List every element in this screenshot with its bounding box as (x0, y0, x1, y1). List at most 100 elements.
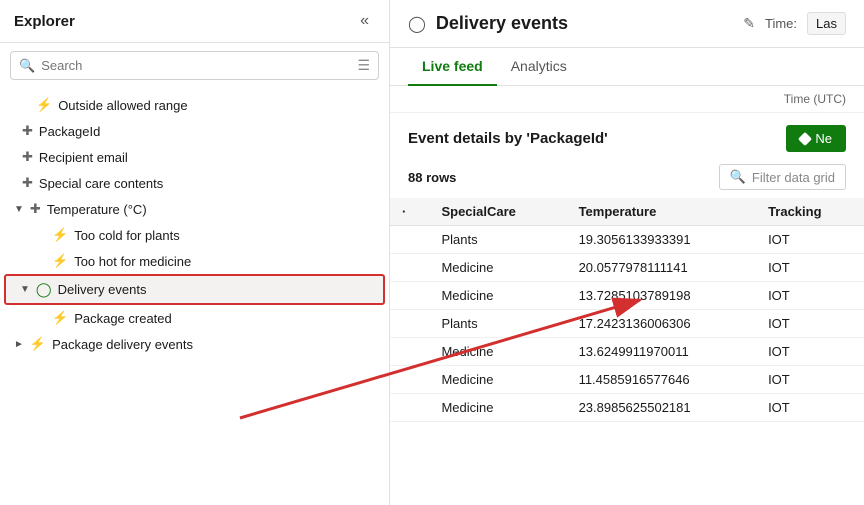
bolt-icon: ⚡ (36, 97, 52, 113)
table-row[interactable]: Medicine 23.8985625502181 IOT (390, 394, 864, 422)
cell-dot (390, 394, 429, 422)
sidebar-title: Explorer (14, 13, 75, 30)
cell-tracking: IOT (756, 254, 864, 282)
time-utc-header: Time (UTC) (390, 86, 864, 113)
cell-temperature: 17.2423136006306 (567, 310, 757, 338)
cell-temperature: 13.7285103789198 (567, 282, 757, 310)
results-table: · SpecialCare Temperature Tracking Plant… (390, 198, 864, 422)
sidebar-item-label: Special care contents (39, 176, 163, 191)
sidebar-item-package-delivery-events[interactable]: ► ⚡ Package delivery events (0, 331, 389, 357)
new-button[interactable]: Ne (786, 125, 846, 152)
cell-temperature: 13.6249911970011 (567, 338, 757, 366)
tag-icon: ✚ (22, 123, 33, 139)
events-header-icon: ◯ (408, 14, 426, 34)
sidebar-item-label: Package created (74, 311, 172, 326)
sidebar-item-recipient-email[interactable]: ✚ Recipient email (0, 144, 389, 170)
filter-icon[interactable]: ☰ (357, 57, 370, 74)
cell-specialcare: Plants (429, 310, 566, 338)
table-row[interactable]: Medicine 13.7285103789198 IOT (390, 282, 864, 310)
tab-live-feed[interactable]: Live feed (408, 48, 497, 86)
sidebar-item-too-cold[interactable]: ⚡ Too cold for plants (0, 222, 389, 248)
sidebar-collapse-button[interactable]: « (354, 10, 375, 32)
chevron-down-icon: ▼ (20, 284, 30, 295)
sidebar-item-too-hot[interactable]: ⚡ Too hot for medicine (0, 248, 389, 274)
tag-icon: ✚ (22, 149, 33, 165)
rows-count: 88 rows (408, 170, 456, 185)
chevron-right-icon: ► (14, 339, 24, 350)
cell-temperature: 11.4585916577646 (567, 366, 757, 394)
cell-tracking: IOT (756, 310, 864, 338)
cell-dot (390, 338, 429, 366)
cell-temperature: 19.3056133933391 (567, 226, 757, 254)
cell-dot (390, 226, 429, 254)
search-icon: 🔍 (19, 58, 35, 74)
cell-tracking: IOT (756, 282, 864, 310)
sidebar-item-label: Delivery events (58, 282, 147, 297)
filter-label: Filter data grid (752, 170, 835, 185)
sidebar-item-label: Outside allowed range (58, 98, 187, 113)
tag-icon: ✚ (30, 201, 41, 217)
sidebar-list: ⚡ Outside allowed range ✚ PackageId ✚ Re… (0, 88, 389, 505)
sidebar-item-label: Too hot for medicine (74, 254, 191, 269)
main-panel: ◯ Delivery events ✎ Time: Las Live feed … (390, 0, 864, 505)
cell-tracking: IOT (756, 366, 864, 394)
sidebar-item-package-created[interactable]: ⚡ Package created (0, 305, 389, 331)
table-row[interactable]: Plants 19.3056133933391 IOT (390, 226, 864, 254)
event-details-title: Event details by 'PackageId' (408, 130, 608, 147)
page-title: Delivery events (436, 13, 727, 34)
main-header: ◯ Delivery events ✎ Time: Las (390, 0, 864, 48)
tag-icon: ✚ (22, 175, 33, 191)
col-dot: · (390, 198, 429, 226)
cell-specialcare: Medicine (429, 338, 566, 366)
sidebar-item-label: Too cold for plants (74, 228, 180, 243)
bolt-icon: ⚡ (52, 227, 68, 243)
table-row[interactable]: Medicine 11.4585916577646 IOT (390, 366, 864, 394)
rows-info: 88 rows 🔍 Filter data grid (390, 160, 864, 198)
event-details-header: Event details by 'PackageId' Ne (390, 113, 864, 160)
cell-dot (390, 254, 429, 282)
cell-specialcare: Medicine (429, 366, 566, 394)
time-value[interactable]: Las (807, 12, 846, 35)
filter-box[interactable]: 🔍 Filter data grid (719, 164, 846, 190)
cell-specialcare: Plants (429, 226, 566, 254)
sidebar-item-temperature[interactable]: ▼ ✚ Temperature (°C) (0, 196, 389, 222)
data-table: · SpecialCare Temperature Tracking Plant… (390, 198, 864, 505)
cell-temperature: 23.8985625502181 (567, 394, 757, 422)
col-tracking[interactable]: Tracking (756, 198, 864, 226)
table-row[interactable]: Plants 17.2423136006306 IOT (390, 310, 864, 338)
search-icon: 🔍 (730, 169, 746, 185)
sidebar-item-delivery-events[interactable]: ▼ ◯ Delivery events (4, 274, 385, 305)
col-specialcare[interactable]: SpecialCare (429, 198, 566, 226)
search-input[interactable] (41, 58, 351, 73)
cell-tracking: IOT (756, 226, 864, 254)
table-row[interactable]: Medicine 20.0577978111141 IOT (390, 254, 864, 282)
sidebar-item-special-care[interactable]: ✚ Special care contents (0, 170, 389, 196)
cell-temperature: 20.0577978111141 (567, 254, 757, 282)
col-temperature[interactable]: Temperature (567, 198, 757, 226)
cell-dot (390, 310, 429, 338)
bolt-icon: ⚡ (52, 253, 68, 269)
cell-specialcare: Medicine (429, 394, 566, 422)
tab-analytics[interactable]: Analytics (497, 48, 581, 86)
cell-dot (390, 282, 429, 310)
sidebar-search-box[interactable]: 🔍 ☰ (10, 51, 379, 80)
sidebar-item-packageid[interactable]: ✚ PackageId (0, 118, 389, 144)
sidebar-item-label: Recipient email (39, 150, 128, 165)
cell-tracking: IOT (756, 338, 864, 366)
sidebar-item-label: Temperature (°C) (47, 202, 147, 217)
tab-bar: Live feed Analytics (390, 48, 864, 86)
table-header-row: · SpecialCare Temperature Tracking (390, 198, 864, 226)
table-row[interactable]: Medicine 13.6249911970011 IOT (390, 338, 864, 366)
cell-specialcare: Medicine (429, 282, 566, 310)
edit-icon[interactable]: ✎ (743, 15, 755, 32)
sidebar-header: Explorer « (0, 0, 389, 43)
content-area: Time (UTC) Event details by 'PackageId' … (390, 86, 864, 505)
cell-tracking: IOT (756, 394, 864, 422)
cell-specialcare: Medicine (429, 254, 566, 282)
chevron-down-icon: ▼ (14, 204, 24, 215)
events-icon: ◯ (36, 281, 52, 298)
sidebar-item-label: Package delivery events (52, 337, 193, 352)
sidebar-item-outside-allowed-range[interactable]: ⚡ Outside allowed range (0, 92, 389, 118)
sidebar: Explorer « 🔍 ☰ ⚡ Outside allowed range ✚… (0, 0, 390, 505)
sidebar-item-label: PackageId (39, 124, 100, 139)
